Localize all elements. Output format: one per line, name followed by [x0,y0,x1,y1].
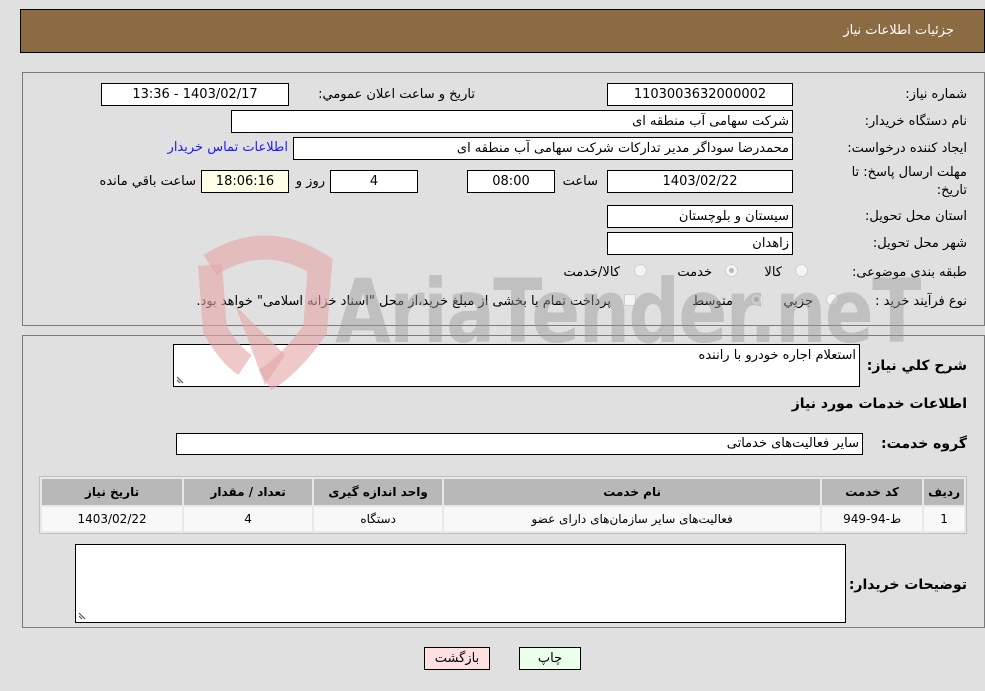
buyer-notes-field[interactable] [75,544,846,623]
creator-field: محمدرضا سوداگر مدیر تدارکات شرکت سهامی آ… [293,137,793,160]
col-unit: واحد اندازه گیری [314,479,443,505]
category-label: طبقه بندی موضوعی: [851,265,967,280]
description-field[interactable]: استعلام اجاره خودرو با راننده [173,344,860,387]
col-quantity: تعداد / مقدار [184,479,313,505]
cell-unit: دستگاه [314,507,443,531]
col-service-code: کد خدمت [822,479,923,505]
resize-grip-icon[interactable] [176,374,186,384]
need-number-label: شماره نیاز: [905,87,967,102]
col-row: ردیف [924,479,964,505]
back-button[interactable]: بازگشت [424,647,490,670]
process-radio-minor[interactable] [826,293,839,306]
days-field: 4 [330,170,418,193]
category-radio-goods-service[interactable] [634,264,647,277]
service-group-field: سایر فعالیت‌های خدماتی [176,433,863,455]
announce-label: تاریخ و ساعت اعلان عمومي: [318,87,475,102]
services-table: ردیف کد خدمت نام خدمت واحد اندازه گیری ت… [39,476,967,534]
table-header-row: ردیف کد خدمت نام خدمت واحد اندازه گیری ت… [42,479,964,505]
deadline-date-field: 1403/02/22 [607,170,793,193]
col-service-name: نام خدمت [444,479,821,505]
days-label: روز و [295,174,325,189]
description-label: شرح كلي نياز: [866,358,967,374]
category-option-goods: کالا [764,265,782,280]
process-option-medium: متوسط [692,294,733,309]
category-option-service: خدمت [677,265,712,280]
city-label: شهر محل تحویل: [872,236,967,251]
province-field: سیستان و بلوچستان [607,205,793,228]
category-radio-goods[interactable] [795,264,808,277]
remaining-label: ساعت باقي مانده [99,174,196,189]
treasury-note: پرداخت تمام یا بخشی از مبلغ خرید،از محل … [196,294,611,309]
resize-grip-icon[interactable] [78,610,88,620]
page-title: جزئیات اطلاعات نیاز [843,23,954,38]
deadline-time-field: 08:00 [467,170,555,193]
deadline-label-2: تاریخ: [936,183,967,198]
description-text: استعلام اجاره خودرو با راننده [698,348,856,363]
buyer-org-label: نام دستگاه خریدار: [864,114,967,129]
treasury-checkbox[interactable] [624,294,636,306]
print-button[interactable]: چاپ [519,647,581,670]
category-radio-service[interactable] [725,264,738,277]
cell-service-name: فعالیت‌های سایر سازمان‌های دارای عضو [444,507,821,531]
announce-field: 1403/02/17 - 13:36 [101,83,289,106]
buyer-org-field: شرکت سهامی آب منطقه ای [231,110,793,133]
cell-row: 1 [924,507,964,531]
process-label: نوع فرآیند خرید : [875,294,967,309]
services-heading: اطلاعات خدمات مورد نیاز [791,396,967,412]
province-label: استان محل تحویل: [865,209,967,224]
creator-label: ایجاد کننده درخواست: [847,141,967,156]
service-group-label: گروه خدمت: [881,436,967,452]
cell-quantity: 4 [184,507,313,531]
remaining-time-field: 18:06:16 [201,170,289,193]
need-number-field: 1103003632000002 [607,83,793,106]
process-option-minor: جزیي [783,294,813,309]
cell-need-date: 1403/02/22 [42,507,183,531]
col-need-date: تاریخ نیاز [42,479,183,505]
buyer-notes-label: توضیحات خریدار: [848,577,967,593]
process-radio-medium[interactable] [750,293,763,306]
time-label: ساعت [562,174,598,189]
category-option-goods-service: کالا/خدمت [563,265,620,280]
buyer-contact-link[interactable]: اطلاعات تماس خریدار [168,140,288,155]
table-row: 1 ط-94-949 فعالیت‌های سایر سازمان‌های دا… [42,507,964,531]
cell-service-code: ط-94-949 [822,507,923,531]
deadline-label: مهلت ارسال پاسخ: تا [851,165,967,180]
city-field: زاهدان [607,232,793,255]
page-header: جزئیات اطلاعات نیاز [20,9,985,53]
